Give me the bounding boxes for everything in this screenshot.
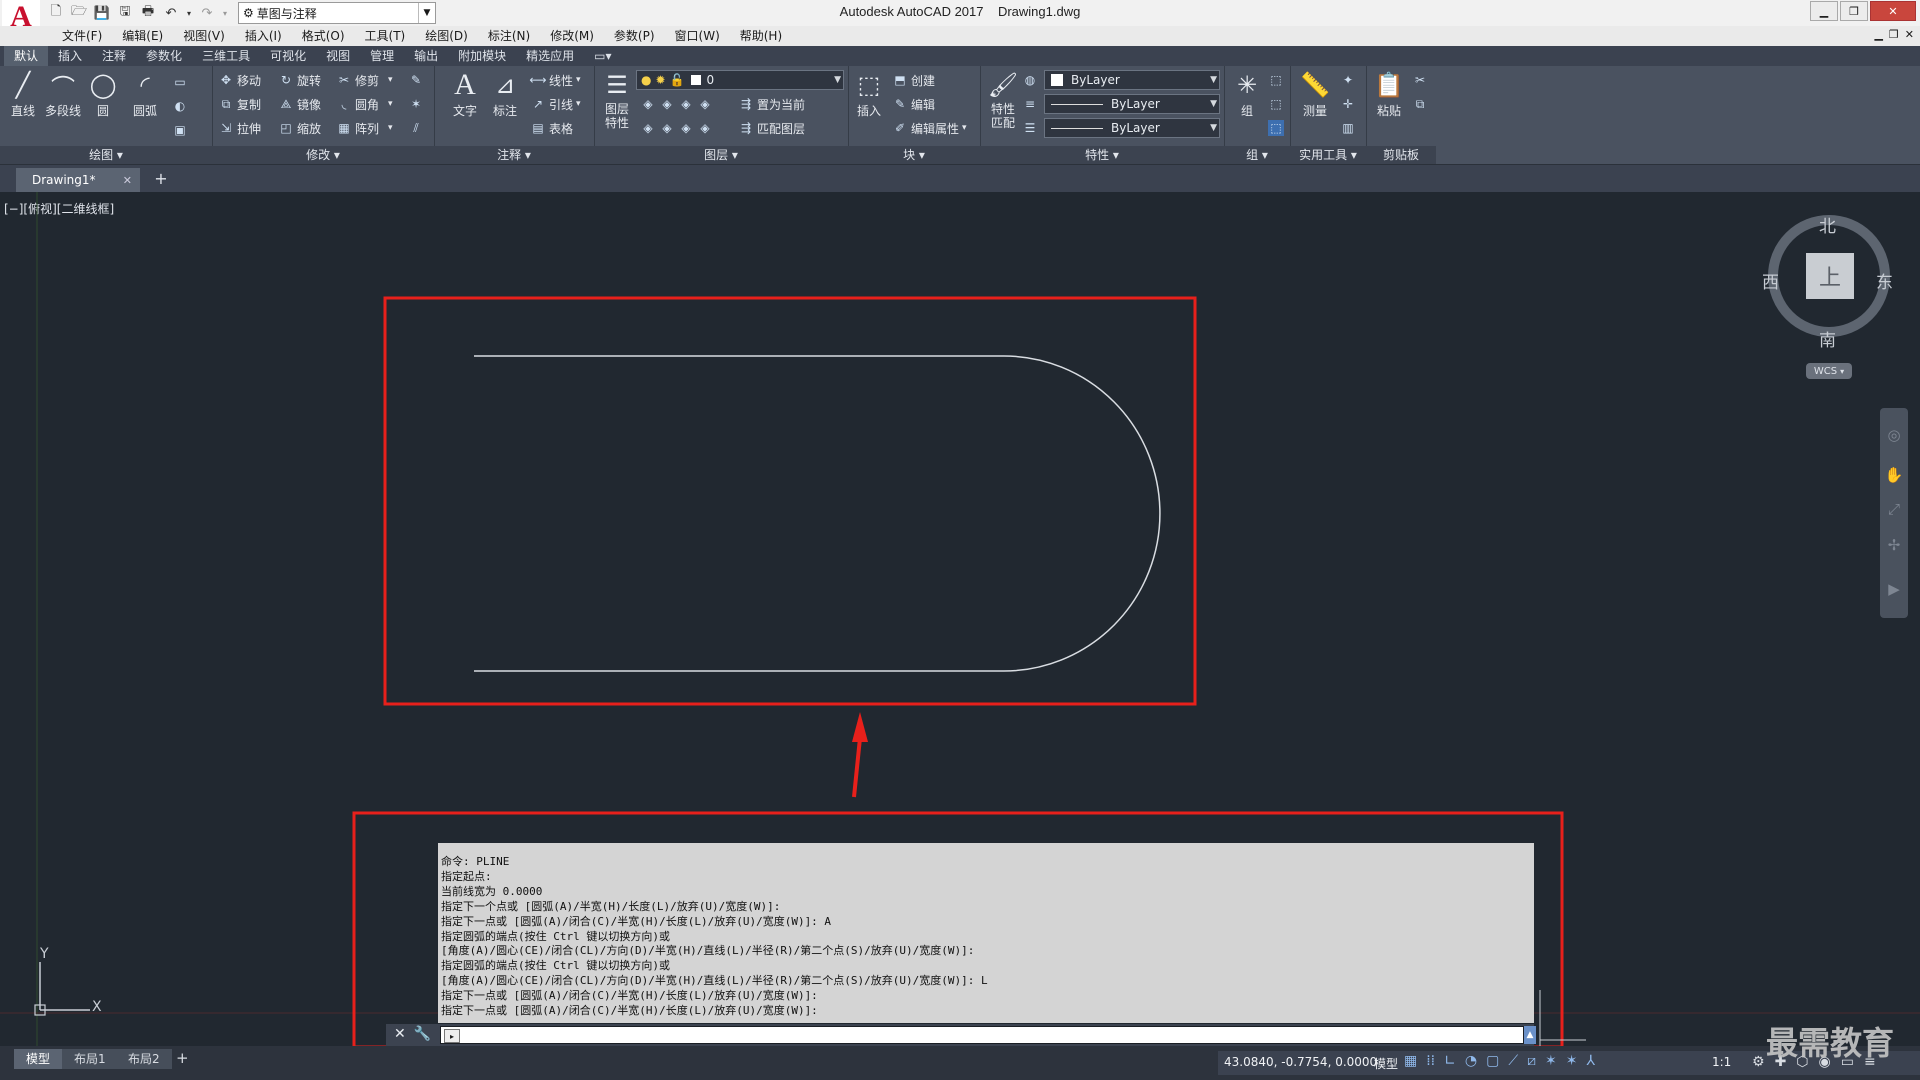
annotation-arrow-shaft — [852, 737, 862, 798]
command-history-line: 指定下一点或 [圆弧(A)/闭合(C)/半宽(H)/长度(L)/放弃(U)/宽度… — [441, 989, 818, 1003]
command-history-line: 指定下一点或 [圆弧(A)/闭合(C)/半宽(H)/长度(L)/放弃(U)/宽度… — [441, 1004, 818, 1018]
viewcube-east[interactable]: 东 — [1876, 268, 1893, 293]
cursor-coordinates[interactable]: 43.0840, -0.7754, 0.0000 — [1224, 1055, 1377, 1069]
annotation-visibility-icon[interactable]: ✶ — [1545, 1053, 1557, 1069]
command-history-line: 指定圆弧的端点(按住 Ctrl 键以切换方向)或 — [441, 929, 670, 943]
viewcube-south[interactable]: 南 — [1819, 326, 1836, 351]
command-history-line: 指定下一个点或 [圆弧(A)/半宽(H)/长度(L)/放弃(U)/宽度(W)]: — [441, 899, 781, 913]
orbit-icon[interactable]: ✢ — [1884, 536, 1904, 556]
osnap-icon[interactable]: ▢ — [1486, 1053, 1499, 1069]
zoom-extents-icon[interactable]: ⤢ — [1884, 500, 1904, 520]
polar-icon[interactable]: ◔ — [1465, 1053, 1477, 1069]
annotation-scale-icon[interactable]: ⅄ — [1587, 1053, 1596, 1069]
annotation-scale[interactable]: 1:1 — [1712, 1055, 1731, 1069]
otrack-icon[interactable]: ⟋ — [1508, 1053, 1518, 1069]
command-prompt-icon[interactable]: ▸ — [444, 1029, 460, 1043]
grid-icon[interactable]: ▦ — [1404, 1053, 1417, 1069]
command-history-line: [角度(A)/圆心(CE)/闭合(CL)/方向(D)/半宽(H)/直线(L)/半… — [441, 974, 988, 988]
polyline-shape[interactable] — [474, 355, 1161, 672]
pan-icon[interactable]: ✋ — [1884, 466, 1904, 486]
autoscale-icon[interactable]: ✶ — [1566, 1053, 1578, 1069]
wrench-icon[interactable]: 🔧 — [414, 1026, 431, 1042]
close-icon[interactable]: ✕ — [394, 1026, 406, 1042]
command-history-line: 指定圆弧的端点(按住 Ctrl 键以切换方向)或 — [441, 959, 670, 973]
ucs-y-label: Y — [40, 946, 49, 962]
layout-tab-layout2[interactable]: 布局2 — [116, 1049, 172, 1069]
layout-tab-layout1[interactable]: 布局1 — [62, 1049, 118, 1069]
command-history-scroll-button[interactable]: ▲ — [1524, 1026, 1536, 1044]
lineweight-toggle-icon[interactable]: ⧄ — [1527, 1053, 1536, 1069]
layout-tab-model[interactable]: 模型 — [14, 1049, 63, 1069]
viewcube-top-face[interactable]: 上 — [1806, 253, 1854, 299]
model-space-button[interactable]: 模型 — [1374, 1055, 1398, 1072]
showmotion-icon[interactable]: ▶ — [1884, 580, 1904, 600]
command-history-line: 命令: PLINE — [441, 855, 510, 868]
ucs-x-label: X — [92, 999, 102, 1015]
chevron-down-icon: ▾ — [1840, 366, 1845, 376]
command-history-line: 指定下一点或 [圆弧(A)/闭合(C)/半宽(H)/长度(L)/放弃(U)/宽度… — [441, 914, 832, 928]
viewcube-west[interactable]: 西 — [1762, 268, 1779, 293]
command-history-line: 当前线宽为 0.0000 — [441, 884, 543, 898]
workspace-switch-icon[interactable]: ⚙ — [1752, 1054, 1765, 1070]
snap-icon[interactable]: ⁞⁞ — [1426, 1053, 1435, 1069]
ortho-icon[interactable]: ∟ — [1444, 1053, 1456, 1069]
command-input[interactable] — [440, 1026, 1524, 1044]
steering-wheel-icon[interactable]: ◎ — [1884, 426, 1904, 446]
command-history-line: [角度(A)/圆心(CE)/闭合(CL)/方向(D)/半宽(H)/直线(L)/半… — [441, 944, 975, 958]
command-line-tools: ✕ 🔧 — [394, 1026, 431, 1042]
annotation-arrow-head — [852, 712, 868, 742]
command-history: 命令: PLINE 指定起点: 当前线宽为 0.0000 指定下一个点或 [圆弧… — [438, 843, 1534, 1023]
status-toggles: ▦ ⁞⁞ ∟ ◔ ▢ ⟋ ⧄ ✶ ✶ ⅄ — [1404, 1053, 1595, 1069]
viewcube-north[interactable]: 北 — [1819, 212, 1836, 237]
wcs-menu[interactable]: WCS ▾ — [1806, 363, 1852, 379]
new-layout-button[interactable]: + — [176, 1049, 189, 1067]
command-history-line: 指定起点: — [441, 869, 492, 883]
watermark-logo: 最需教育 — [1766, 1024, 1895, 1062]
annotation-box-drawing — [383, 296, 1197, 706]
